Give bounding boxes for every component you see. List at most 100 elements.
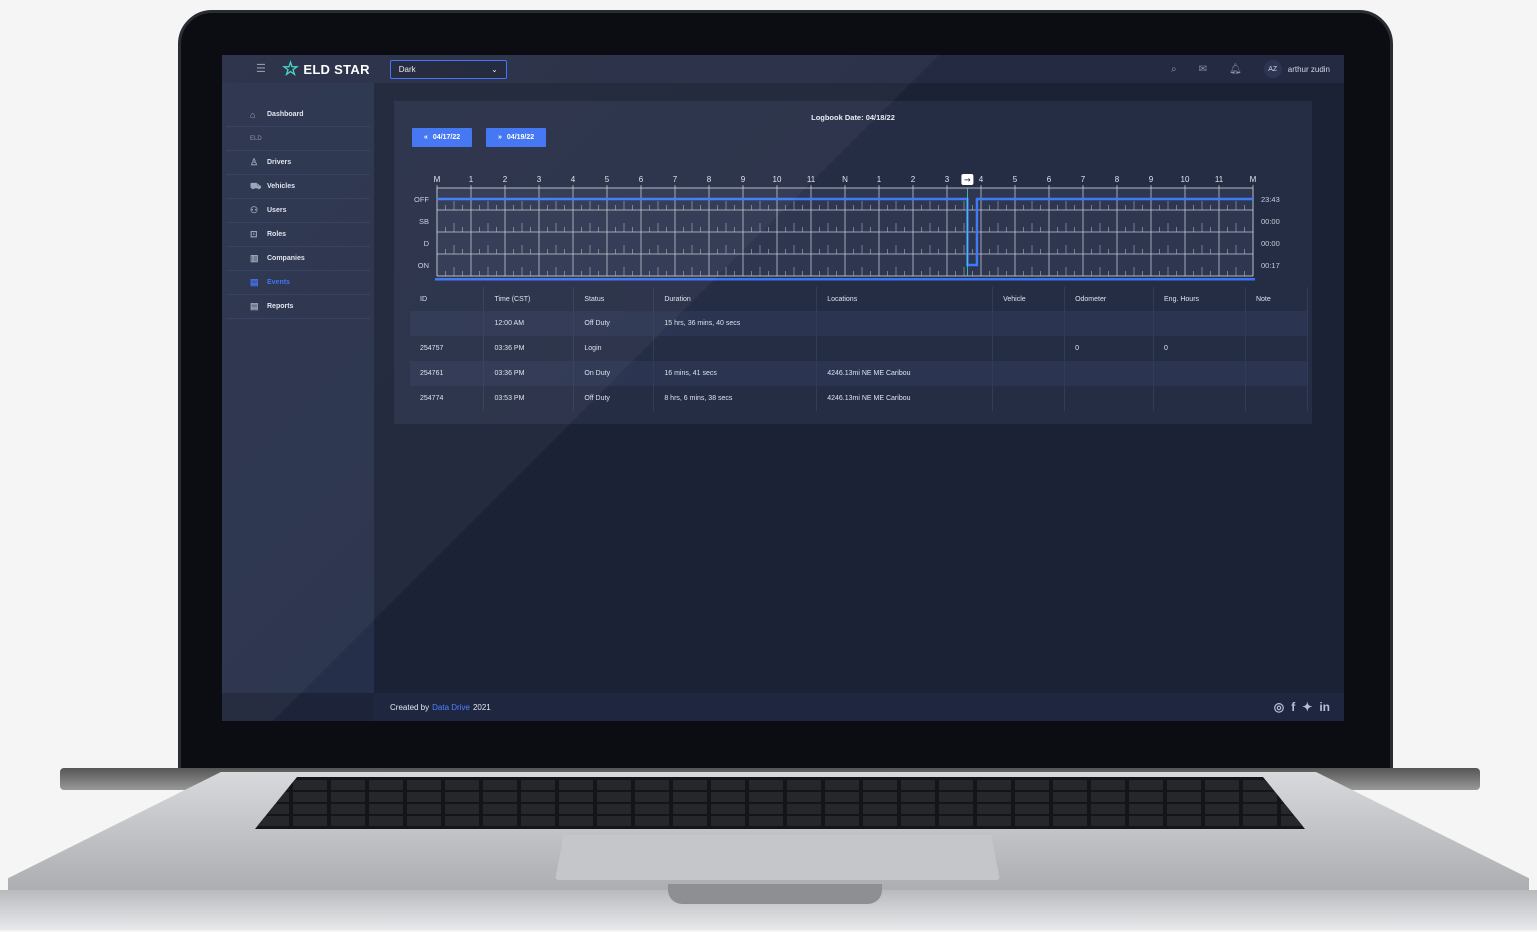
chevrons-right-icon: » bbox=[498, 134, 502, 141]
table-cell: 16 mins, 41 secs bbox=[653, 361, 818, 386]
sidebar-item-label: Dashboard bbox=[267, 111, 304, 118]
scene: ☰ ☆ ELD STAR Dark ⌄ ⌕ ✉ 🔔︎ AZ arthur zud… bbox=[0, 0, 1537, 932]
sidebar-item-reports[interactable]: ▤ Reports bbox=[226, 295, 370, 319]
table-cell: 12:00 AM bbox=[483, 311, 575, 336]
hour-label: M bbox=[434, 175, 441, 184]
table-cell bbox=[410, 311, 485, 336]
hour-label: 10 bbox=[1181, 175, 1190, 184]
hour-label: 11 bbox=[1215, 175, 1224, 184]
sidebar: ⌂ Dashboard ELD ♙ Drivers ⛟ Vehicles ⚇ Users… bbox=[222, 83, 374, 693]
home-icon: ⌂ bbox=[250, 109, 256, 120]
table-cell: 254761 bbox=[410, 361, 485, 386]
table-row[interactable]: 254774 03:53 PM Off Duty 8 hrs, 6 mins, 38 … bbox=[410, 386, 1309, 411]
table-cell: On Duty bbox=[573, 361, 655, 386]
table-cell bbox=[1245, 336, 1309, 361]
hour-label: 2 bbox=[911, 175, 916, 184]
search-icon[interactable]: ⌕ bbox=[1171, 64, 1177, 75]
status-row-label: OFF bbox=[414, 195, 429, 204]
sidebar-item-label: Companies bbox=[267, 255, 305, 262]
users-icon: ⚇ bbox=[250, 205, 259, 215]
social-links: ◎ f ✦ in bbox=[1274, 700, 1330, 714]
hour-label: 7 bbox=[673, 175, 678, 184]
table-cell: 03:36 PM bbox=[483, 361, 575, 386]
table-row[interactable]: 12:00 AM Off Duty 15 hrs, 36 mins, 40 secs bbox=[410, 311, 1309, 336]
table-cell: 0 bbox=[1064, 336, 1155, 361]
hour-label: 4 bbox=[979, 175, 984, 184]
hour-label: 1 bbox=[877, 175, 882, 184]
sidebar-item-events[interactable]: ▤ Events bbox=[226, 271, 370, 295]
twitter-icon[interactable]: ✦ bbox=[1302, 700, 1312, 714]
mail-icon[interactable]: ✉ bbox=[1199, 64, 1207, 75]
table-cell: 254774 bbox=[410, 386, 485, 411]
table-cell bbox=[1064, 311, 1155, 336]
github-icon[interactable]: ◎ bbox=[1274, 700, 1284, 714]
brand-logo[interactable]: ☆ ELD STAR bbox=[282, 58, 370, 81]
table-cell: 8 hrs, 6 mins, 38 secs bbox=[653, 386, 818, 411]
lock-icon: ⊡ bbox=[250, 229, 258, 239]
table-cell bbox=[992, 336, 1066, 361]
table-cell bbox=[1245, 386, 1309, 411]
sidebar-item-drivers[interactable]: ♙ Drivers bbox=[226, 151, 370, 175]
previous-day-label: 04/17/22 bbox=[432, 134, 461, 141]
keyboard bbox=[255, 777, 1305, 829]
previous-day-button[interactable]: « 04/17/22 bbox=[412, 128, 473, 147]
column-header: Time (CST) bbox=[483, 287, 575, 311]
sidebar-item-roles[interactable]: ⊡ Roles bbox=[226, 223, 370, 247]
column-header: Eng. Hours bbox=[1153, 287, 1246, 311]
hour-label: 11 bbox=[807, 175, 816, 184]
table-row[interactable]: 254757 03:36 PM Login 0 0 bbox=[410, 336, 1309, 361]
user-menu[interactable]: AZ arthur zudin bbox=[1263, 60, 1330, 78]
sidebar-item-label: Events bbox=[267, 279, 290, 286]
table-cell bbox=[1245, 361, 1309, 386]
hour-label: 1 bbox=[469, 175, 474, 184]
footer-link[interactable]: Data Drive bbox=[432, 703, 470, 712]
hour-label: 8 bbox=[707, 175, 712, 184]
sidebar-item-companies[interactable]: ▥ Companies bbox=[226, 247, 370, 271]
next-day-button[interactable]: » 04/19/22 bbox=[486, 128, 547, 147]
hour-label: M bbox=[1250, 175, 1257, 184]
user-name: arthur zudin bbox=[1287, 64, 1330, 74]
screen: ☰ ☆ ELD STAR Dark ⌄ ⌕ ✉ 🔔︎ AZ arthur zud… bbox=[222, 55, 1344, 721]
facebook-icon[interactable]: f bbox=[1291, 700, 1295, 714]
table-cell bbox=[1064, 361, 1155, 386]
hamburger-menu-icon[interactable]: ☰ bbox=[256, 64, 268, 75]
table-cell bbox=[992, 386, 1066, 411]
table-cell: 4246.13mi NE ME Caribou bbox=[816, 361, 994, 386]
theme-select[interactable]: Dark ⌄ bbox=[389, 59, 507, 79]
next-day-label: 04/19/22 bbox=[506, 134, 535, 141]
column-header: Note bbox=[1245, 287, 1309, 311]
table-cell: 15 hrs, 36 mins, 40 secs bbox=[653, 311, 818, 336]
trackpad bbox=[555, 835, 1000, 880]
hour-label: 9 bbox=[741, 175, 746, 184]
sidebar-section-eld: ELD bbox=[226, 127, 370, 151]
sidebar-item-label: Users bbox=[267, 207, 287, 214]
sidebar-item-dashboard[interactable]: ⌂ Dashboard bbox=[226, 103, 370, 127]
linkedin-icon[interactable]: in bbox=[1319, 700, 1330, 714]
hour-label: 2 bbox=[503, 175, 508, 184]
table-cell bbox=[653, 336, 818, 361]
star-logo-icon: ☆ bbox=[282, 58, 300, 80]
column-header: ID bbox=[410, 287, 485, 311]
hour-label: 7 bbox=[1081, 175, 1086, 184]
chevron-down-icon: ⌄ bbox=[491, 64, 498, 74]
main-content: Logbook Date: 04/18/22 « 04/17/22 » 04/1… bbox=[374, 83, 1344, 693]
hour-label: 8 bbox=[1115, 175, 1120, 184]
sidebar-item-label: Vehicles bbox=[267, 183, 296, 190]
status-total: 00:00 bbox=[1261, 239, 1280, 248]
column-header: Locations bbox=[816, 287, 994, 311]
footer-year: 2021 bbox=[472, 702, 491, 712]
status-row-label: D bbox=[424, 239, 430, 248]
top-bar: ☰ ☆ ELD STAR Dark ⌄ ⌕ ✉ 🔔︎ AZ arthur zud… bbox=[222, 55, 1344, 83]
events-table: ID Time (CST) Status Duration Locations Vehic… bbox=[410, 287, 1309, 411]
building-icon: ▥ bbox=[250, 253, 259, 263]
sidebar-item-vehicles[interactable]: ⛟ Vehicles bbox=[226, 175, 370, 199]
table-row[interactable]: 254761 03:36 PM On Duty 16 mins, 41 secs 424… bbox=[410, 361, 1309, 386]
status-total: 23:43 bbox=[1261, 195, 1280, 204]
table-cell bbox=[992, 311, 1066, 336]
table-cell bbox=[1153, 311, 1246, 336]
hour-label: 4 bbox=[571, 175, 576, 184]
bell-icon[interactable]: 🔔︎ bbox=[1229, 64, 1242, 75]
table-cell: Off Duty bbox=[573, 311, 655, 336]
status-row-label: ON bbox=[418, 261, 429, 270]
sidebar-item-users[interactable]: ⚇ Users bbox=[226, 199, 370, 223]
